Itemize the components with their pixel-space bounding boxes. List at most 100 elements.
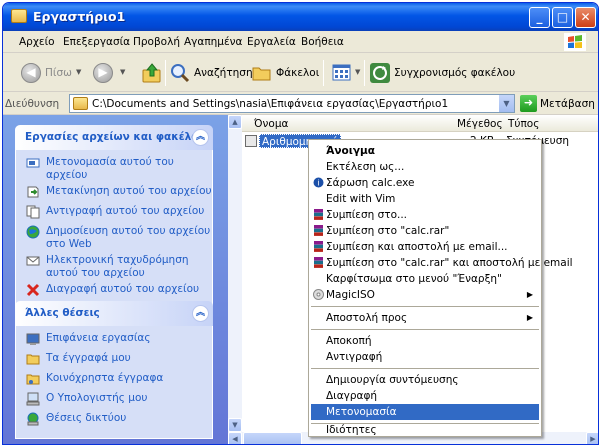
task-delete[interactable]: Διαγραφή αυτού του αρχείου [16,283,212,300]
submenu-arrow-icon: ▶ [526,313,533,322]
ctx-create-shortcut[interactable]: Δημιουργία συντόμευσης [311,372,539,388]
file-tasks-panel: Εργασίες αρχείων και φακέλων ︽ Μετονομασ… [15,125,213,308]
file-tasks-list: Μετονομασία αυτού του αρχείου Μετακίνηση… [15,150,213,308]
search-icon[interactable] [169,62,191,84]
address-bar: Διεύθυνση C:\Documents and Settings\nasi… [3,93,598,115]
toolbar: ◀ Πίσω ▼ ▶ ▼ Αναζήτηση Φάκελοι ▼ Συγχρον… [3,54,598,92]
menu-file[interactable]: Αρχείο [19,36,55,48]
address-dropdown-icon[interactable]: ▼ [498,95,514,112]
task-pane-scrollbar[interactable]: ▲ ▼ [228,115,242,444]
forward-dropdown-icon[interactable]: ▼ [120,68,125,76]
menu-bar: Αρχείο Επεξεργασία Προβολή Αγαπημένα Εργ… [3,31,598,53]
ctx-copy[interactable]: Αντιγραφή [311,349,539,365]
collapse-chevron-icon[interactable]: ︽ [192,129,209,146]
column-name[interactable]: Όνομα [254,118,288,130]
windows-logo-icon [564,33,586,51]
task-publish-web[interactable]: Δημοσίευση αυτού του αρχείου στο Web [16,225,212,251]
menu-favorites[interactable]: Αγαπημένα [184,36,242,48]
task-rename[interactable]: Μετονομασία αυτού του αρχείου [16,156,212,182]
task-label: Ηλεκτρονική ταχυδρόμηση αυτού του αρχείο… [46,254,189,279]
scroll-right-icon[interactable]: ▶ [586,432,598,444]
ctx-compress-rar-email[interactable]: Συμπίεση στο "calc.rar" και αποστολή με … [311,255,573,271]
ctx-send-to[interactable]: Αποστολή προς ▶ [311,310,539,326]
place-my-computer[interactable]: Ο Υπολογιστής μου [16,392,212,409]
ctx-rename[interactable]: Μετονομασία [311,404,539,420]
ctx-scan[interactable]: i Σάρωση calc.exe [311,175,539,191]
close-button[interactable]: ✕ [575,7,596,28]
task-pane: Εργασίες αρχείων και φακέλων ︽ Μετονομασ… [3,115,228,444]
minimize-button[interactable]: _ [529,7,550,28]
menu-help[interactable]: Βοήθεια [301,36,344,48]
explorer-window: Εργαστήριο1 _ □ ✕ Αρχείο Επεξεργασία Προ… [2,2,599,445]
rename-icon [26,158,40,168]
scroll-left-icon[interactable]: ◀ [228,432,242,444]
menu-separator [311,329,539,330]
sync-button-label[interactable]: Συγχρονισμός φακέλου [394,67,515,79]
place-desktop[interactable]: Επιφάνεια εργασίας [16,332,212,349]
go-arrow-icon[interactable]: ➜ [520,95,537,112]
task-email[interactable]: Ηλεκτρονική ταχυδρόμηση αυτού του αρχείο… [16,254,212,280]
title-bar[interactable]: Εργαστήριο1 _ □ ✕ [3,3,598,31]
submenu-arrow-icon: ▶ [526,290,533,299]
task-label: Διαγραφή αυτού του αρχείου [46,283,200,295]
back-dropdown-icon[interactable]: ▼ [76,68,81,76]
antivirus-icon: i [313,177,324,188]
ctx-magiciso[interactable]: MagicISO ▶ [311,287,539,303]
winrar-icon [314,257,323,268]
ctx-delete[interactable]: Διαγραφή [311,388,539,404]
ctx-compress-rar[interactable]: Συμπίεση στο "calc.rar" [311,223,539,239]
place-network[interactable]: Θέσεις δικτύου [16,412,212,429]
scroll-down-icon[interactable]: ▼ [228,418,242,432]
collapse-chevron-icon[interactable]: ︽ [192,305,209,322]
delete-x-icon [26,283,40,297]
folder-up-icon[interactable] [141,62,163,84]
ctx-run-as[interactable]: Εκτέλεση ως... [311,159,539,175]
scroll-up-icon[interactable]: ▲ [228,115,242,129]
other-places-header[interactable]: Άλλες θέσεις ︽ [15,301,213,326]
ctx-pin-start[interactable]: Καρφίτσωμα στο μενού "Έναρξη" [311,271,539,287]
ctx-cut[interactable]: Αποκοπή [311,333,539,349]
network-places-icon [27,412,39,426]
menu-edit[interactable]: Επεξεργασία [63,36,130,48]
ctx-compress-email[interactable]: Συμπίεση και αποστολή με email... [311,239,539,255]
sync-icon[interactable] [369,62,391,84]
task-label: Μετονομασία αυτού του αρχείου [46,156,174,181]
place-my-documents[interactable]: Τα έγγραφά μου [16,352,212,369]
place-shared-documents[interactable]: Κοινόχρηστα έγγραφα [16,372,212,389]
go-button-label[interactable]: Μετάβαση [540,98,595,110]
winrar-icon [314,209,323,220]
ctx-open[interactable]: Άνοιγμα [311,143,539,159]
ctx-compress-to[interactable]: Συμπίεση στο... [311,207,539,223]
search-button-label[interactable]: Αναζήτηση [194,67,253,79]
globe-icon [26,225,40,239]
scrollbar-thumb[interactable] [243,432,302,444]
column-type[interactable]: Τύπος [508,118,539,130]
file-tasks-header[interactable]: Εργασίες αρχείων και φακέλων ︽ [15,125,213,150]
column-size[interactable]: Μέγεθος [457,118,503,130]
forward-arrow-icon[interactable]: ▶ [93,63,113,83]
folder-icon [11,9,27,23]
folders-icon[interactable] [251,62,273,84]
ctx-properties[interactable]: Ιδιότητες [311,423,539,437]
address-label: Διεύθυνση [5,98,60,110]
folders-button-label[interactable]: Φάκελοι [276,67,319,79]
shared-folder-icon [26,374,40,385]
menu-separator [311,306,539,307]
maximize-button[interactable]: □ [552,7,573,28]
context-menu: Άνοιγμα Εκτέλεση ως... i Σάρωση calc.exe… [308,139,573,437]
task-copy[interactable]: Αντιγραφή αυτού του αρχείου [16,205,212,222]
winrar-icon [314,225,323,236]
ctx-edit-vim[interactable]: Edit with Vim [311,191,539,207]
menu-view[interactable]: Προβολή [133,36,180,48]
column-header-row: Όνομα Μέγεθος Τύπος [242,115,598,132]
toolbar-separator [165,60,166,86]
other-places-panel: Άλλες θέσεις ︽ Επιφάνεια εργασίας Τα έγγ… [15,301,213,439]
task-move[interactable]: Μετακίνηση αυτού του αρχείου [16,185,212,202]
back-button-label[interactable]: Πίσω [45,67,72,79]
address-input[interactable]: C:\Documents and Settings\nasia\Επιφάνει… [69,94,515,113]
views-icon[interactable] [331,62,353,84]
menu-tools[interactable]: Εργαλεία [247,36,296,48]
views-dropdown-icon[interactable]: ▼ [355,68,360,76]
back-arrow-icon[interactable]: ◀ [21,63,41,83]
address-path[interactable]: C:\Documents and Settings\nasia\Επιφάνει… [92,98,448,110]
